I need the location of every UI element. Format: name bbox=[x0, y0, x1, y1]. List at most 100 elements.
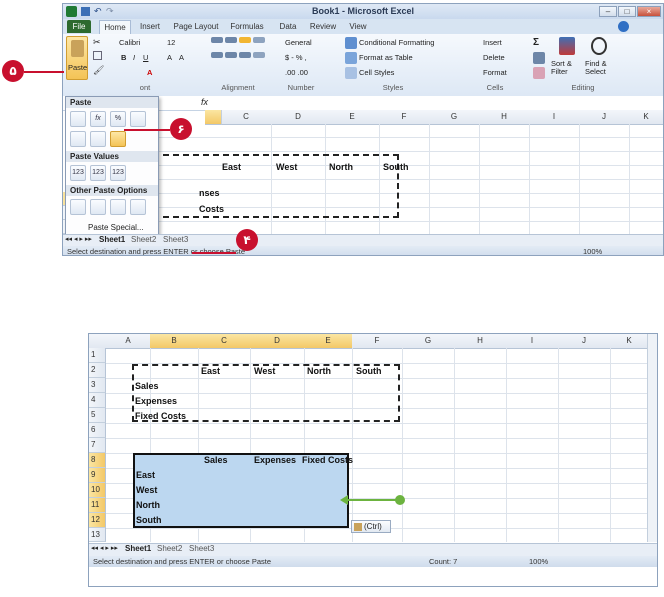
sheet-tab-2[interactable]: Sheet2 bbox=[131, 235, 156, 244]
currency-format-buttons[interactable]: $ - % , bbox=[285, 53, 307, 62]
cell-fixed-costs-partial[interactable]: Costs bbox=[199, 204, 224, 214]
values-number-format-icon[interactable]: 123 bbox=[90, 165, 106, 181]
row-header-5[interactable]: 5 bbox=[89, 408, 106, 423]
clear-icon[interactable] bbox=[533, 67, 545, 79]
cell-north[interactable]: North bbox=[307, 366, 331, 376]
align-bottom-icon[interactable] bbox=[239, 37, 251, 43]
cell-east[interactable]: East bbox=[222, 162, 241, 172]
column-header-g[interactable]: G bbox=[429, 110, 480, 125]
vertical-scrollbar[interactable] bbox=[647, 334, 657, 542]
column-header-k[interactable]: K bbox=[629, 110, 663, 125]
autosum-button[interactable]: Σ bbox=[533, 37, 539, 48]
sort-filter-button[interactable]: Sort & Filter bbox=[551, 60, 581, 76]
paste-special-item[interactable]: Paste Special... bbox=[88, 223, 144, 232]
paste-button[interactable]: Paste bbox=[66, 36, 88, 80]
format-painter-icon[interactable]: 🖌 bbox=[93, 65, 104, 76]
column-header-c[interactable]: C bbox=[198, 334, 251, 349]
row-header-7[interactable]: 7 bbox=[89, 438, 106, 453]
align-top-icon[interactable] bbox=[211, 37, 223, 43]
cell-expenses[interactable]: Expenses bbox=[135, 396, 177, 406]
column-header-d[interactable]: D bbox=[271, 110, 326, 125]
tab-view[interactable]: View bbox=[345, 20, 371, 33]
cell-fixed-costs[interactable]: Fixed Costs bbox=[135, 411, 186, 421]
align-right-icon[interactable] bbox=[239, 52, 251, 58]
paste-formulas-icon[interactable]: fx bbox=[90, 111, 106, 127]
row-header-3[interactable]: 3 bbox=[89, 378, 106, 393]
column-header-j[interactable]: J bbox=[558, 334, 611, 349]
underline-button[interactable]: U bbox=[143, 53, 148, 62]
number-format-box[interactable]: General bbox=[285, 38, 312, 47]
cell-south-label[interactable]: South bbox=[136, 515, 162, 525]
zoom-level[interactable]: 100% bbox=[583, 246, 602, 255]
sort-filter-icon[interactable] bbox=[559, 37, 575, 55]
cell-north[interactable]: North bbox=[329, 162, 353, 172]
cell-expenses-partial[interactable]: nses bbox=[199, 188, 220, 198]
column-header-i[interactable]: I bbox=[529, 110, 580, 125]
column-header-f[interactable]: F bbox=[379, 110, 430, 125]
sheet-tab-3[interactable]: Sheet3 bbox=[163, 235, 188, 244]
close-button[interactable]: × bbox=[637, 6, 661, 17]
tab-insert[interactable]: Insert bbox=[135, 20, 165, 33]
tab-review[interactable]: Review bbox=[307, 20, 339, 33]
column-header-h[interactable]: H bbox=[454, 334, 507, 349]
paste-formatting-icon[interactable] bbox=[70, 199, 86, 215]
column-header-e[interactable]: E bbox=[304, 334, 353, 349]
italic-button[interactable]: I bbox=[133, 53, 135, 62]
column-header-g[interactable]: G bbox=[402, 334, 455, 349]
font-size-box[interactable]: 12 bbox=[167, 38, 175, 47]
cell-expenses-header[interactable]: Expenses bbox=[254, 455, 296, 465]
tab-page-layout[interactable]: Page Layout bbox=[171, 20, 221, 33]
keep-source-formatting-icon[interactable] bbox=[130, 111, 146, 127]
column-header-h[interactable]: H bbox=[479, 110, 530, 125]
fx-icon[interactable]: fx bbox=[201, 97, 208, 107]
column-header-k[interactable]: K bbox=[610, 334, 649, 349]
cell-south[interactable]: South bbox=[383, 162, 409, 172]
cell-north-label[interactable]: North bbox=[136, 500, 160, 510]
insert-cells-button[interactable]: Insert bbox=[483, 38, 502, 47]
maximize-button[interactable]: □ bbox=[618, 6, 636, 17]
column-header-i[interactable]: I bbox=[506, 334, 559, 349]
help-icon[interactable] bbox=[618, 21, 629, 32]
column-header-b[interactable]: B bbox=[150, 334, 199, 349]
cell-sales[interactable]: Sales bbox=[135, 381, 159, 391]
column-header-j[interactable]: J bbox=[579, 110, 630, 125]
minimize-button[interactable]: – bbox=[599, 6, 617, 17]
paste-options-button[interactable]: (Ctrl) bbox=[351, 520, 391, 533]
fill-icon[interactable] bbox=[533, 52, 545, 64]
shrink-font-button[interactable]: A bbox=[179, 53, 184, 62]
row-header-11[interactable]: 11 bbox=[89, 498, 106, 513]
sheet-tab-2[interactable]: Sheet2 bbox=[157, 544, 182, 553]
tab-home[interactable]: Home bbox=[99, 20, 131, 34]
row-header-2[interactable]: 2 bbox=[89, 363, 106, 378]
conditional-formatting-button[interactable]: Conditional Formatting bbox=[359, 38, 434, 47]
column-header-f[interactable]: F bbox=[352, 334, 403, 349]
cell-east-label[interactable]: East bbox=[136, 470, 155, 480]
cell-west[interactable]: West bbox=[276, 162, 297, 172]
linked-picture-icon[interactable] bbox=[130, 199, 146, 215]
column-header-c[interactable]: C bbox=[221, 110, 272, 125]
row-header-4[interactable]: 4 bbox=[89, 393, 106, 408]
align-center-icon[interactable] bbox=[225, 52, 237, 58]
cell-west-label[interactable]: West bbox=[136, 485, 157, 495]
cell-fixed-costs-header[interactable]: Fixed Costs bbox=[302, 455, 353, 465]
sheet-tab-1[interactable]: Sheet1 bbox=[125, 544, 151, 553]
format-as-table-button[interactable]: Format as Table bbox=[359, 53, 413, 62]
no-borders-icon[interactable] bbox=[70, 131, 86, 147]
paste-picture-icon[interactable] bbox=[110, 199, 126, 215]
bold-button[interactable]: B bbox=[121, 53, 126, 62]
keep-column-widths-icon[interactable] bbox=[90, 131, 106, 147]
corner-select-all[interactable] bbox=[89, 334, 107, 349]
align-left-icon[interactable] bbox=[211, 52, 223, 58]
cut-icon[interactable]: ✂ bbox=[93, 37, 101, 48]
column-header-e[interactable]: E bbox=[325, 110, 380, 125]
row-header-9[interactable]: 9 bbox=[89, 468, 106, 483]
align-middle-icon[interactable] bbox=[225, 37, 237, 43]
row-header-13[interactable]: 13 bbox=[89, 528, 106, 542]
merge-center-icon[interactable] bbox=[253, 52, 265, 58]
format-cells-button[interactable]: Format bbox=[483, 68, 507, 77]
row-header-8[interactable]: 8 bbox=[89, 453, 106, 468]
row-header-1[interactable]: 1 bbox=[89, 348, 106, 363]
tab-file[interactable]: File bbox=[67, 20, 91, 33]
paste-formulas-number-icon[interactable]: % bbox=[110, 111, 126, 127]
grow-font-button[interactable]: A bbox=[167, 53, 172, 62]
